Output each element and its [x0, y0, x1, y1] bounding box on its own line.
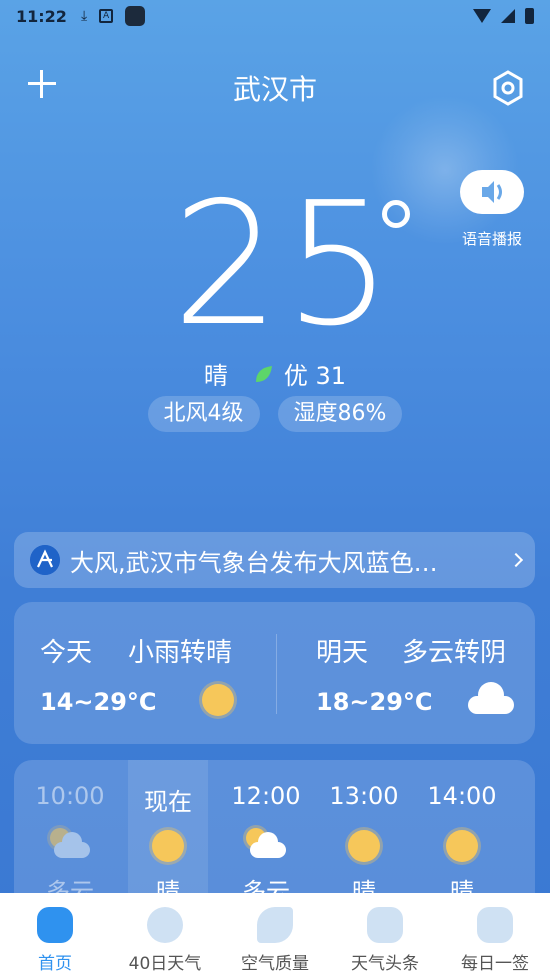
sun-icon	[148, 826, 188, 866]
sun-icon	[442, 826, 482, 866]
sun-icon	[344, 826, 384, 866]
two-day-forecast: 今天 小雨转晴 14~29°C 明天 多云转阴 18~29°C	[14, 602, 535, 744]
condition-row: 晴 优 31	[0, 356, 550, 391]
sun-icon	[202, 684, 234, 716]
tab-home[interactable]: 首页	[0, 893, 110, 979]
tomorrow-range: 18~29°C	[316, 688, 433, 716]
city-title: 武汉市	[232, 73, 317, 106]
app-a-icon: A	[99, 9, 114, 23]
humidity-chip: 湿度86%	[277, 396, 403, 432]
detail-chips: 北风4级 湿度86%	[0, 396, 550, 432]
bottom-tab-bar: 首页 40日天气 空气质量 天气头条 每日一签	[0, 893, 550, 979]
settings-hex-icon[interactable]	[488, 68, 528, 108]
hour-time: 14:00	[427, 782, 497, 810]
current-temperature: 25	[172, 166, 397, 364]
speaker-icon	[460, 170, 524, 214]
tab-daily-sign[interactable]: 每日一签	[440, 893, 550, 979]
weather-alert-banner[interactable]: 大风,武汉市气象台发布大风蓝色…	[14, 532, 535, 588]
tab-label: 40日天气	[128, 954, 202, 974]
signal-icon	[501, 9, 515, 23]
alert-icon	[30, 545, 60, 575]
hour-time: 10:00	[35, 782, 105, 810]
alert-text: 大风,武汉市气象台发布大风蓝色…	[70, 548, 438, 577]
today-label: 今天	[40, 638, 93, 668]
tab-40-day[interactable]: 40日天气	[110, 893, 220, 979]
partly-cloudy-icon	[50, 826, 90, 866]
check-card-icon	[477, 907, 513, 943]
wifi-icon	[473, 9, 491, 23]
aqi-value[interactable]: 优 31	[284, 356, 346, 391]
wind-chip: 北风4级	[147, 396, 260, 432]
partly-cloudy-icon	[246, 826, 286, 866]
home-icon	[37, 907, 73, 943]
hour-time: 12:00	[231, 782, 301, 810]
degree-symbol	[382, 200, 410, 228]
tomorrow-label: 明天	[316, 638, 369, 668]
status-bar: 11:22 ⤓ A	[0, 0, 550, 32]
download-icon: ⤓	[80, 8, 88, 24]
today-forecast[interactable]: 今天 小雨转晴 14~29°C	[14, 602, 274, 744]
battery-icon	[525, 8, 534, 24]
hour-time: 13:00	[329, 782, 399, 810]
status-time: 11:22	[16, 6, 67, 26]
calendar-cloud-icon	[147, 907, 183, 943]
today-range: 14~29°C	[40, 688, 157, 716]
tab-label: 每日一签	[461, 954, 529, 974]
leaf-icon	[255, 365, 272, 382]
today-condition: 小雨转晴	[128, 638, 233, 668]
tomorrow-forecast[interactable]: 明天 多云转阴 18~29°C	[276, 602, 536, 744]
news-icon	[367, 907, 403, 943]
voice-broadcast-button[interactable]: 语音播报	[456, 170, 528, 249]
header: 武汉市	[0, 62, 550, 110]
tab-label: 首页	[38, 954, 72, 974]
tomorrow-condition: 多云转阴	[402, 638, 507, 668]
chevron-right-icon	[508, 552, 524, 568]
current-condition: 晴	[203, 362, 228, 390]
tab-label: 空气质量	[241, 954, 309, 974]
hour-time: 现在	[144, 788, 192, 816]
tab-air-quality[interactable]: 空气质量	[220, 893, 330, 979]
voice-broadcast-label: 语音播报	[461, 230, 522, 248]
leaf-tab-icon	[257, 907, 293, 943]
tab-headlines[interactable]: 天气头条	[330, 893, 440, 979]
tab-label: 天气头条	[351, 954, 419, 974]
app-square-icon	[125, 6, 146, 26]
